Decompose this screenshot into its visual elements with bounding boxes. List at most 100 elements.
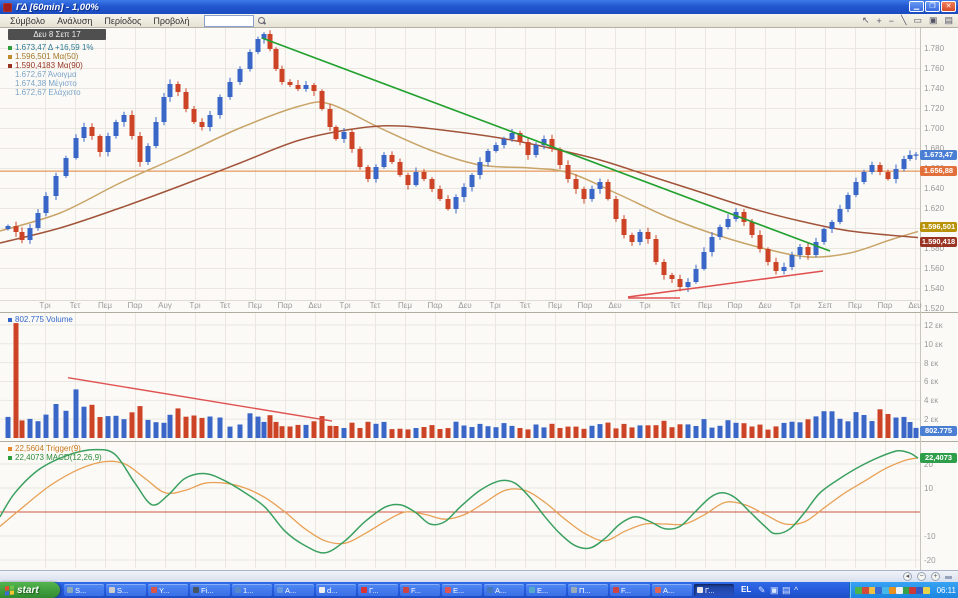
taskbar-button-14[interactable]: F...: [610, 584, 650, 596]
legend-text: 1.673,47 Δ +16,59 1%: [15, 43, 94, 52]
window-title: ΓΔ [60min] - 1,00%: [16, 2, 99, 13]
task-icon: [529, 587, 535, 593]
taskbar-button-8[interactable]: Γ...: [358, 584, 398, 596]
volume-badge: 802.775: [920, 426, 957, 436]
line-tool-icon[interactable]: ╲: [901, 15, 906, 26]
date-axis-label: Τετ: [662, 301, 688, 310]
search-icon[interactable]: [258, 17, 266, 25]
task-label: A...: [285, 586, 296, 595]
taskbar-button-12[interactable]: E...: [526, 584, 566, 596]
date-axis-label: Παρ: [572, 301, 598, 310]
menu-item-4[interactable]: Προβολή: [147, 16, 195, 26]
menu-item-2[interactable]: Ανάλυση: [51, 16, 98, 26]
document-icon[interactable]: ▤: [782, 585, 791, 596]
tray-icon-7[interactable]: [896, 587, 903, 594]
zoom-in-tool-icon[interactable]: +: [877, 16, 882, 26]
date-axis-label: Τρι: [782, 301, 808, 310]
legend-text: 1.590,4183 Mα(90): [15, 61, 83, 70]
date-axis-label: Δευ: [902, 301, 928, 310]
grid-tool-icon[interactable]: ▣: [929, 15, 938, 26]
chart-zoom-out-button[interactable]: −: [917, 572, 926, 581]
price-axis-label: 1.720: [924, 104, 944, 113]
task-icon: [193, 587, 199, 593]
task-icon: [151, 587, 157, 593]
date-axis-label: Τρι: [482, 301, 508, 310]
price-legend-line: 1.672,67 Ελάχιστο: [15, 88, 81, 97]
symbol-search-input[interactable]: [204, 15, 254, 27]
tray-icon-2[interactable]: [862, 587, 869, 594]
macd-legend-line: 22,5604 Trigger(9): [8, 444, 81, 453]
zoom-out-tool-icon[interactable]: −: [889, 16, 894, 26]
app-icon: [3, 3, 12, 12]
taskbar-button-6[interactable]: A...: [274, 584, 314, 596]
taskbar-button-7[interactable]: d...: [316, 584, 356, 596]
task-label: A...: [663, 586, 674, 595]
task-icon: [445, 587, 451, 593]
task-label: Γ...: [705, 586, 715, 595]
legend-bullet-icon: [8, 46, 12, 50]
language-indicator[interactable]: EL: [741, 585, 751, 594]
last-price-badge: 1.673,47: [920, 150, 957, 160]
system-tray: 06:11: [849, 582, 958, 598]
start-label: start: [17, 585, 39, 596]
taskbar-button-10[interactable]: E...: [442, 584, 482, 596]
date-axis-label: Πεμ: [542, 301, 568, 310]
date-axis-label: Τρι: [182, 301, 208, 310]
task-icon: [571, 587, 577, 593]
date-axis-label: Τετ: [212, 301, 238, 310]
price-legend-line: 1.673,47 Δ +16,59 1%: [8, 43, 94, 52]
price-legend-line: 1.590,4183 Mα(90): [8, 61, 83, 70]
macd-badge: 22,4073: [920, 453, 957, 463]
date-tooltip: Δευ 8 Σεπ 17: [8, 29, 106, 40]
taskbar-button-15[interactable]: A...: [652, 584, 692, 596]
price-axis-label: 1.760: [924, 64, 944, 73]
date-axis-label: Παρ: [722, 301, 748, 310]
save-icon[interactable]: ▤: [944, 15, 953, 26]
date-axis-label: Παρ: [872, 301, 898, 310]
volume-axis-label: 12 εκ: [924, 321, 943, 330]
title-bar: ΓΔ [60min] - 1,00% ▁ ❐ ✕: [0, 0, 958, 14]
legend-bullet-icon: [8, 456, 12, 460]
horizontal-scrollbar[interactable]: ◂−+: [0, 570, 958, 582]
taskbar-button-16-active[interactable]: Γ...: [694, 584, 734, 596]
chart-zoom-in-button[interactable]: +: [931, 572, 940, 581]
taskbar-clock[interactable]: 06:11: [937, 586, 956, 595]
date-axis-label: Τρι: [32, 301, 58, 310]
taskbar-button-11[interactable]: A...: [484, 584, 524, 596]
date-axis-label: Τετ: [62, 301, 88, 310]
tray-icon-11[interactable]: [923, 587, 930, 594]
taskbar-button-3[interactable]: Y...: [148, 584, 188, 596]
pointer-tool-icon[interactable]: ↖: [862, 15, 870, 26]
start-button[interactable]: start: [0, 582, 60, 598]
chart-canvas[interactable]: [0, 0, 958, 598]
menu-item-3[interactable]: Περίοδος: [98, 16, 147, 26]
date-axis-label: Τετ: [362, 301, 388, 310]
task-icon: [613, 587, 619, 593]
legend-text: 1.672,67 Ελάχιστο: [15, 88, 81, 97]
taskbar-button-5[interactable]: 1...: [232, 584, 272, 596]
rectangle-tool-icon[interactable]: ▭: [913, 15, 922, 26]
menu-item-1[interactable]: Σύμβολο: [4, 16, 51, 26]
tray-icon-1[interactable]: [855, 587, 862, 594]
maximize-button[interactable]: ❐: [925, 1, 940, 12]
pencil-icon[interactable]: ✎: [758, 585, 766, 596]
scroll-left-button[interactable]: ◂: [903, 572, 912, 581]
macd-axis-label: 10: [924, 484, 933, 493]
taskbar-button-9[interactable]: F...: [400, 584, 440, 596]
legend-bullet-icon: [8, 318, 12, 322]
hidden-icons-chevron[interactable]: ^: [794, 585, 798, 595]
taskbar-button-1[interactable]: S...: [64, 584, 104, 596]
close-button[interactable]: ✕: [941, 1, 956, 12]
date-axis-label: Τετ: [512, 301, 538, 310]
price-legend-line: 1.596,501 Mα(50): [8, 52, 78, 61]
taskbar-button-4[interactable]: Fi...: [190, 584, 230, 596]
task-label: 1...: [243, 586, 253, 595]
date-axis-label: Αυγ: [152, 301, 178, 310]
minimize-button[interactable]: ▁: [909, 1, 924, 12]
monitor-icon[interactable]: ▣: [770, 585, 779, 596]
task-label: F...: [621, 586, 631, 595]
tray-icon-6[interactable]: [889, 587, 896, 594]
date-axis-label: Δευ: [752, 301, 778, 310]
taskbar-button-13[interactable]: Π...: [568, 584, 608, 596]
taskbar-button-2[interactable]: S...: [106, 584, 146, 596]
